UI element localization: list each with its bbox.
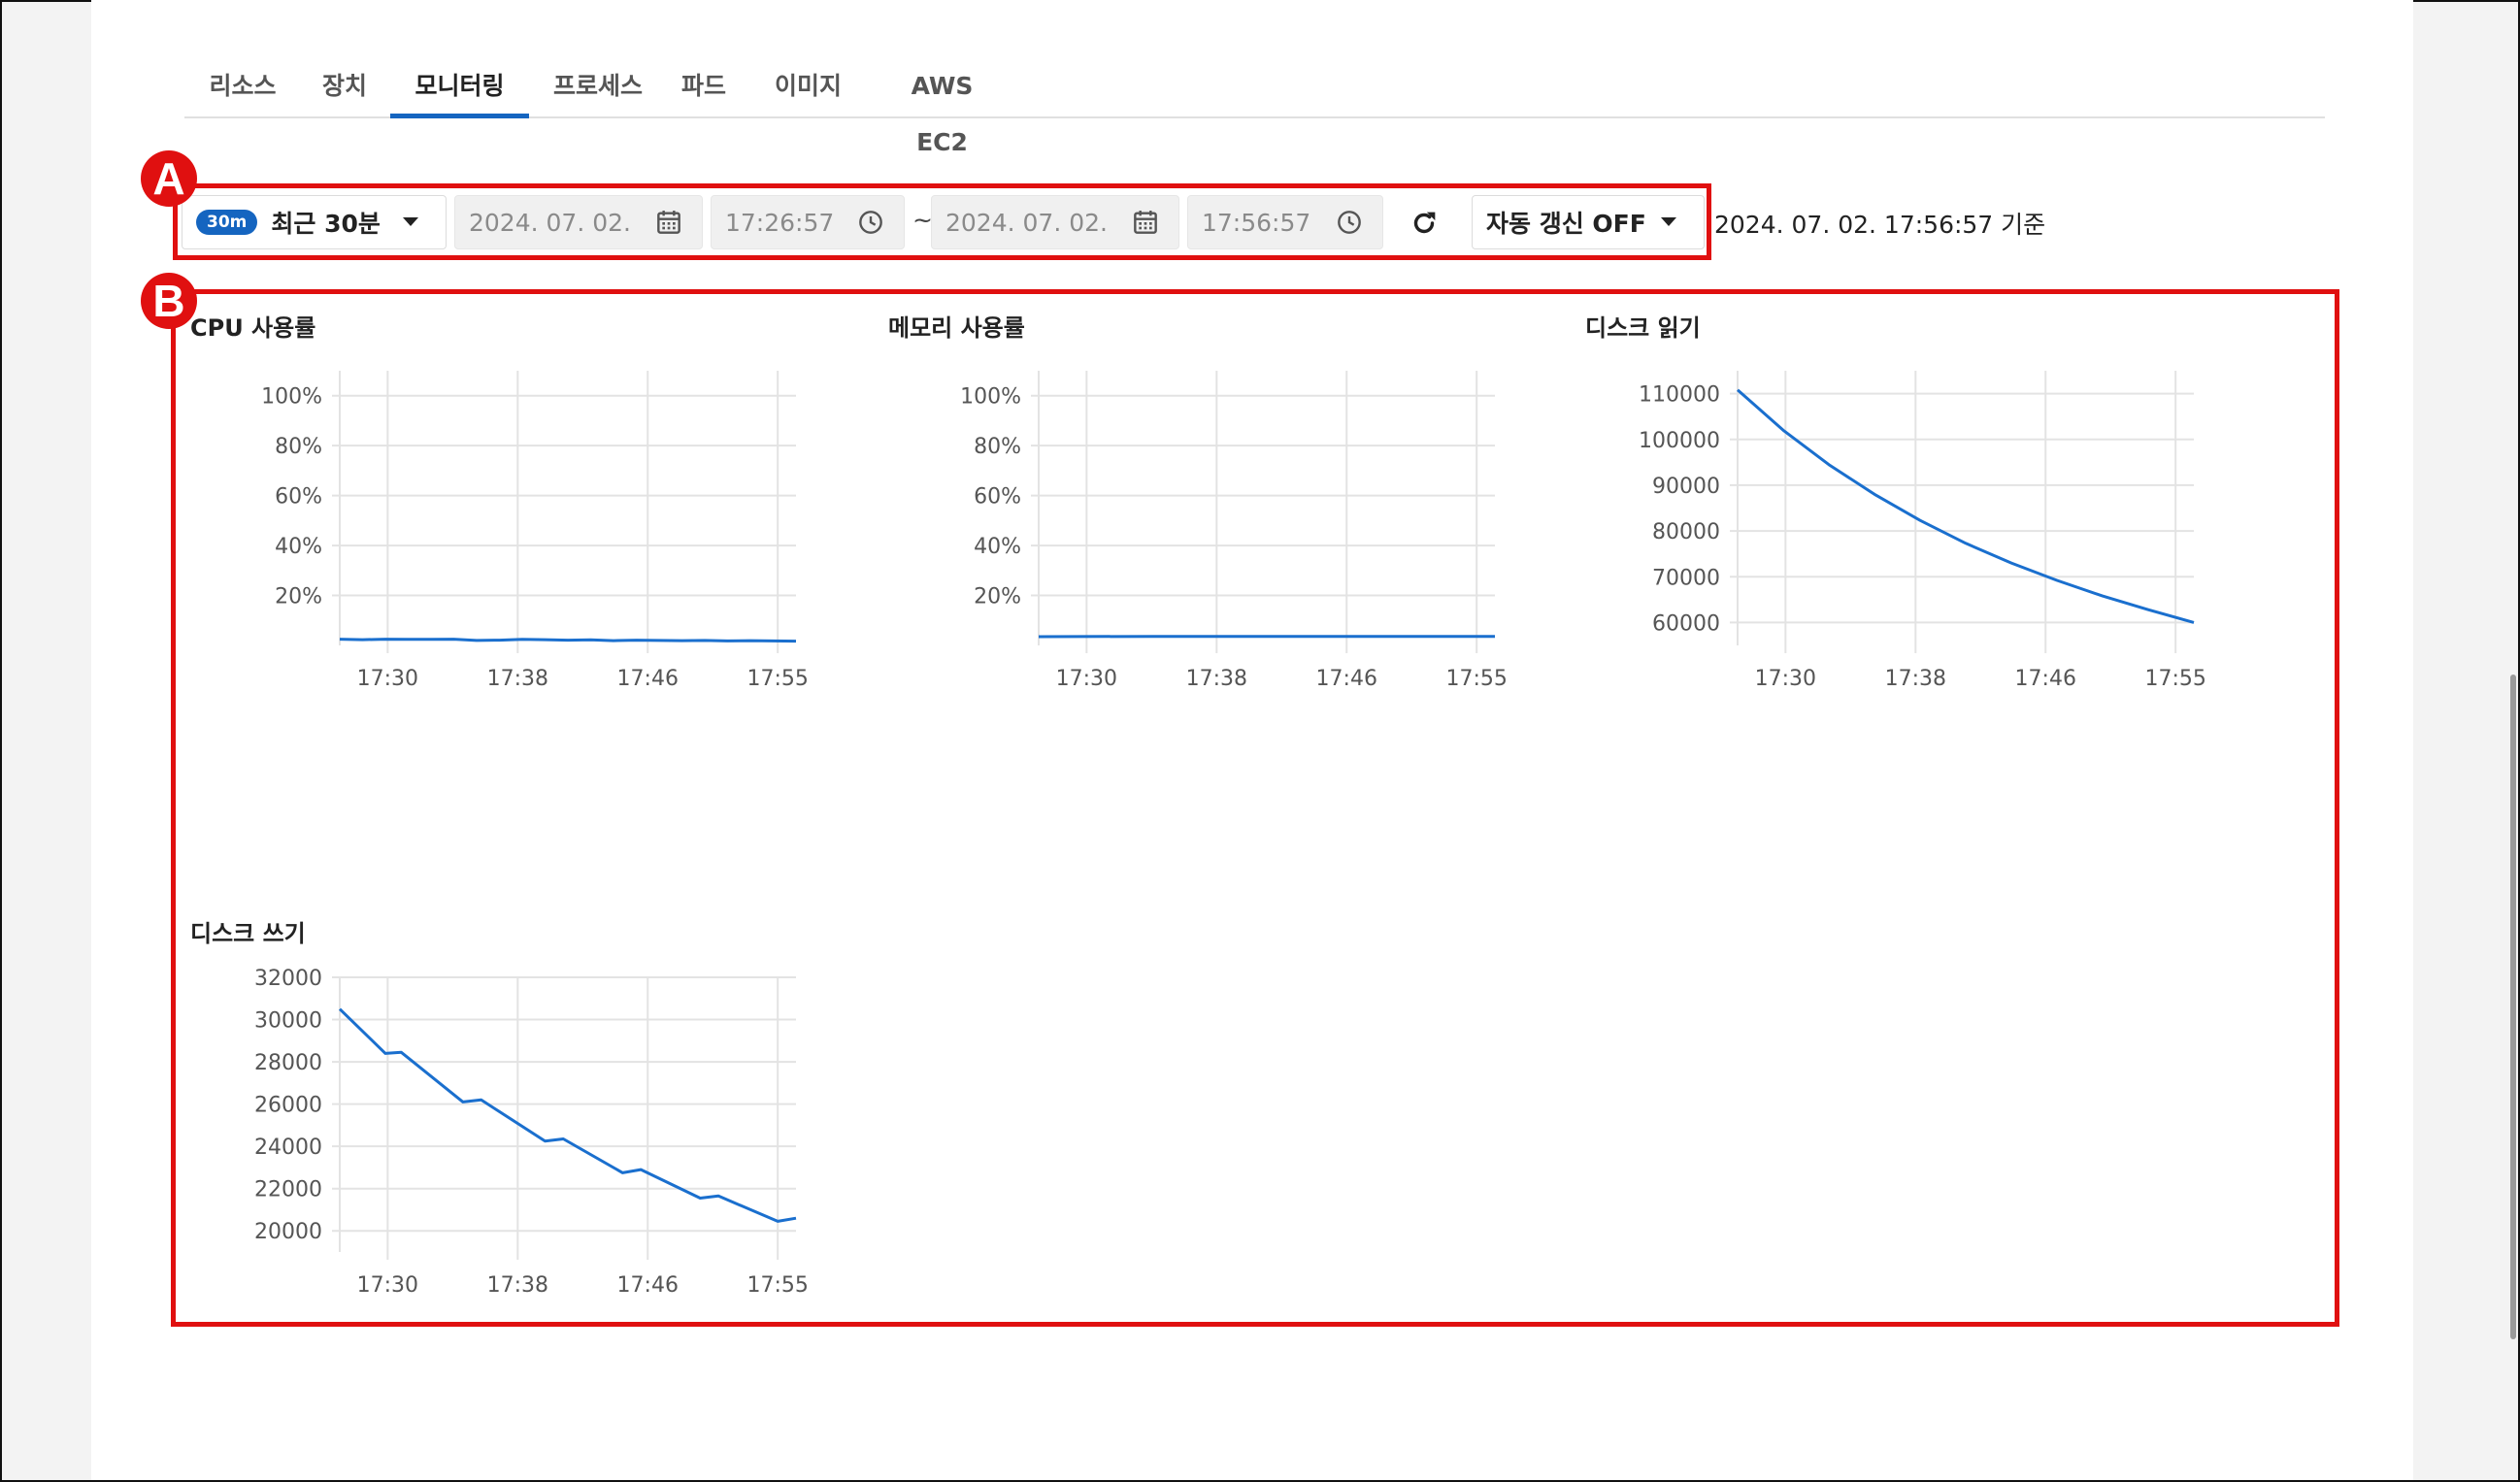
annotation-marker-a: A [141, 150, 197, 207]
tab-devices[interactable]: 장치 [311, 58, 379, 115]
tab-pods[interactable]: 파드 [675, 58, 733, 115]
reference-timestamp: 2024. 07. 02. 17:56:57 기준 [1714, 211, 2046, 239]
scrollbar-thumb[interactable] [2510, 675, 2516, 1339]
tab-monitoring[interactable]: 모니터링 [390, 58, 529, 118]
annotation-marker-b: B [141, 273, 197, 329]
tab-resources[interactable]: 리소스 [199, 58, 286, 115]
annotation-box-b [171, 289, 2339, 1327]
tab-bar: 리소스 장치 모니터링 프로세스 파드 이미지 AWS EC2 [184, 58, 2325, 156]
tab-processes[interactable]: 프로세스 [544, 58, 652, 115]
tab-aws-ec2[interactable]: AWS EC2 [881, 58, 1003, 156]
tab-images[interactable]: 이미지 [767, 58, 849, 115]
annotation-box-a [173, 183, 1711, 260]
